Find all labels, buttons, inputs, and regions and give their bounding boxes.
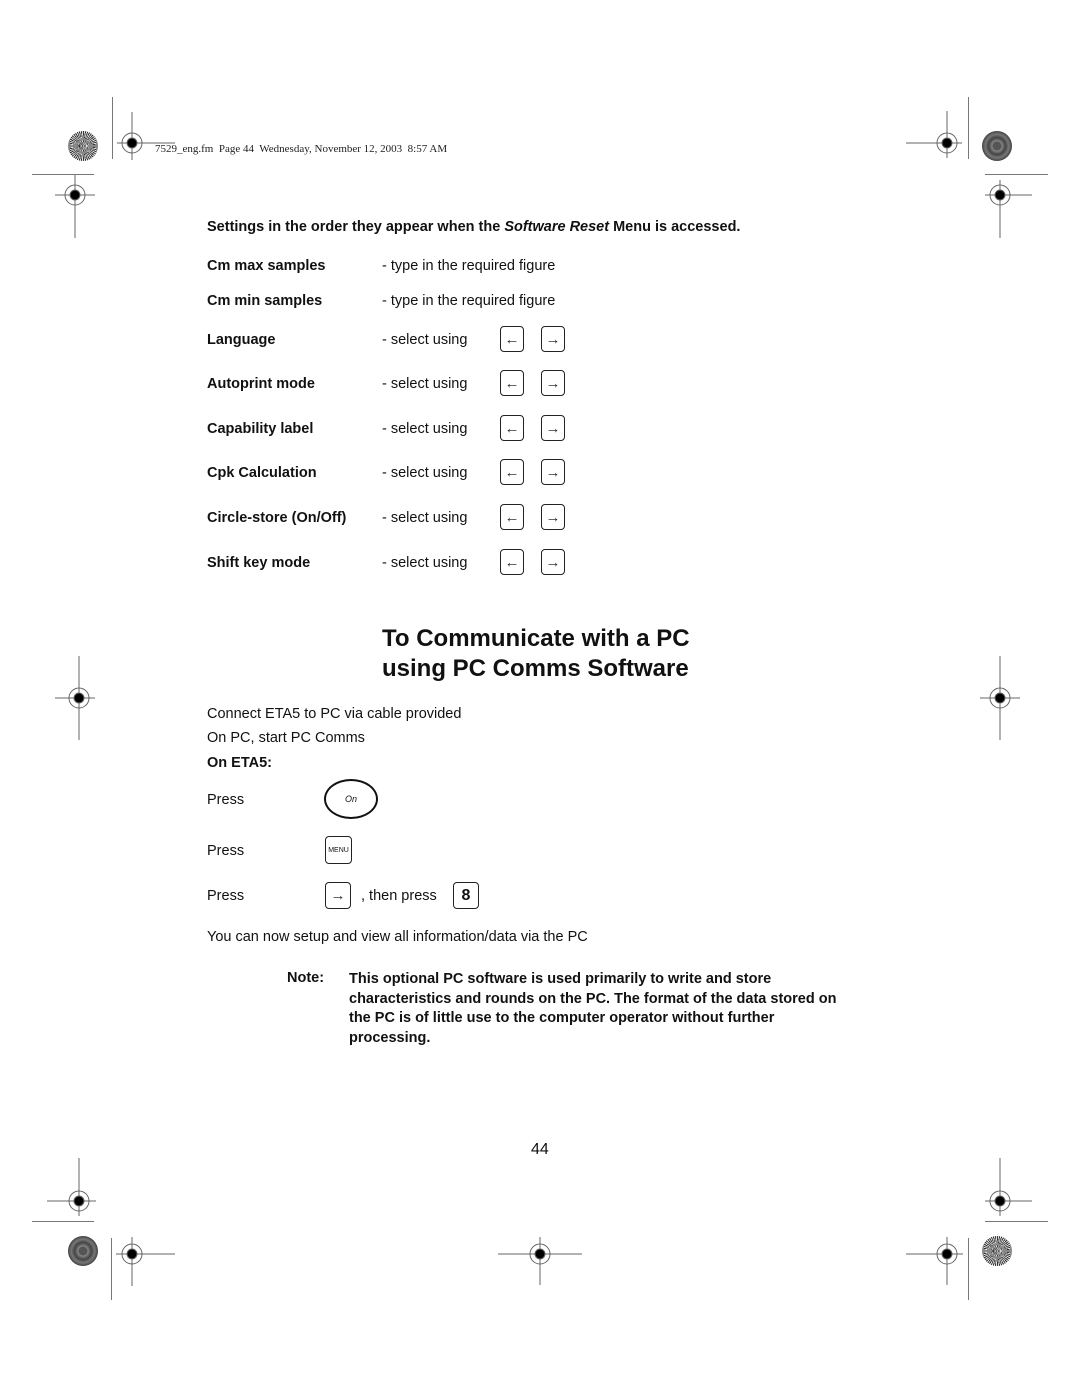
left-arrow-key-icon: ←: [500, 504, 524, 530]
setting-desc: - select using: [382, 555, 468, 571]
setting-desc: - select using: [382, 376, 468, 392]
on-key-icon: On: [324, 779, 378, 819]
intro-heading: Settings in the order they appear when t…: [207, 219, 740, 235]
registration-target-icon: [906, 1237, 963, 1285]
setting-desc: - select using: [382, 421, 468, 437]
section-title-line2: using PC Comms Software: [382, 655, 689, 682]
right-arrow-key-icon: →: [541, 459, 565, 485]
setting-label: Circle-store (On/Off): [207, 510, 347, 526]
intro-prefix: Settings in the order they appear when t…: [207, 219, 505, 235]
print-header: 7529_eng.fm Page 44 Wednesday, November …: [155, 143, 448, 155]
left-arrow-key-icon: ←: [500, 415, 524, 441]
note-text: This optional PC software is used primar…: [349, 971, 837, 1046]
section-title-line1: To Communicate with a PC: [382, 625, 690, 652]
step-connect: Connect ETA5 to PC via cable provided: [207, 706, 462, 722]
registration-target-icon: [47, 1158, 96, 1216]
intro-suffix: Menu is accessed.: [609, 219, 741, 235]
right-arrow-key-icon: →: [541, 415, 565, 441]
right-arrow-key-icon: →: [541, 370, 565, 396]
intro-emphasis: Software Reset: [504, 219, 610, 235]
registration-target-icon: [498, 1237, 582, 1285]
step-start-comms: On PC, start PC Comms: [207, 730, 365, 746]
setting-label: Language: [207, 332, 276, 348]
right-arrow-key-icon: →: [541, 549, 565, 575]
result-text: You can now setup and view all informati…: [207, 929, 588, 945]
right-arrow-key-icon: →: [325, 882, 351, 909]
setting-desc: - type in the required figure: [382, 293, 556, 309]
setting-label: Cpk Calculation: [207, 465, 317, 481]
right-arrow-key-icon: →: [541, 504, 565, 530]
menu-key-icon: MENU: [325, 836, 352, 864]
registration-target-icon: [985, 180, 1032, 238]
setting-label: Cm min samples: [207, 293, 323, 309]
right-arrow-key-icon: →: [541, 326, 565, 352]
note-label: Note:: [287, 970, 325, 986]
registration-target-icon: [116, 1237, 175, 1286]
section-title: To Communicate with a PC using PC Comms …: [382, 624, 690, 684]
registration-target-icon: [985, 1158, 1032, 1216]
left-arrow-key-icon: ←: [500, 549, 524, 575]
setting-desc: - select using: [382, 465, 468, 481]
eight-key-icon: 8: [453, 882, 479, 909]
setting-label: Cm max samples: [207, 258, 326, 274]
then-press-text: , then press: [361, 888, 437, 904]
setting-label: Shift key mode: [207, 555, 311, 571]
left-arrow-key-icon: ←: [500, 370, 524, 396]
registration-target-icon: [980, 656, 1020, 740]
on-device-heading: On ETA5:: [207, 755, 272, 771]
press-label: Press: [207, 843, 245, 859]
left-arrow-key-icon: ←: [500, 326, 524, 352]
setting-label: Autoprint mode: [207, 376, 315, 392]
setting-desc: - select using: [382, 510, 468, 526]
setting-desc: - select using: [382, 332, 468, 348]
registration-marks: [47, 111, 1032, 1286]
press-label: Press: [207, 792, 245, 808]
registration-target-icon: [55, 175, 95, 238]
left-arrow-key-icon: ←: [500, 459, 524, 485]
setting-desc: - type in the required figure: [382, 258, 556, 274]
page-number: 44: [531, 1141, 549, 1158]
press-label: Press: [207, 888, 245, 904]
registration-target-icon: [55, 656, 95, 740]
registration-target-icon: [906, 111, 962, 158]
setting-label: Capability label: [207, 421, 314, 437]
